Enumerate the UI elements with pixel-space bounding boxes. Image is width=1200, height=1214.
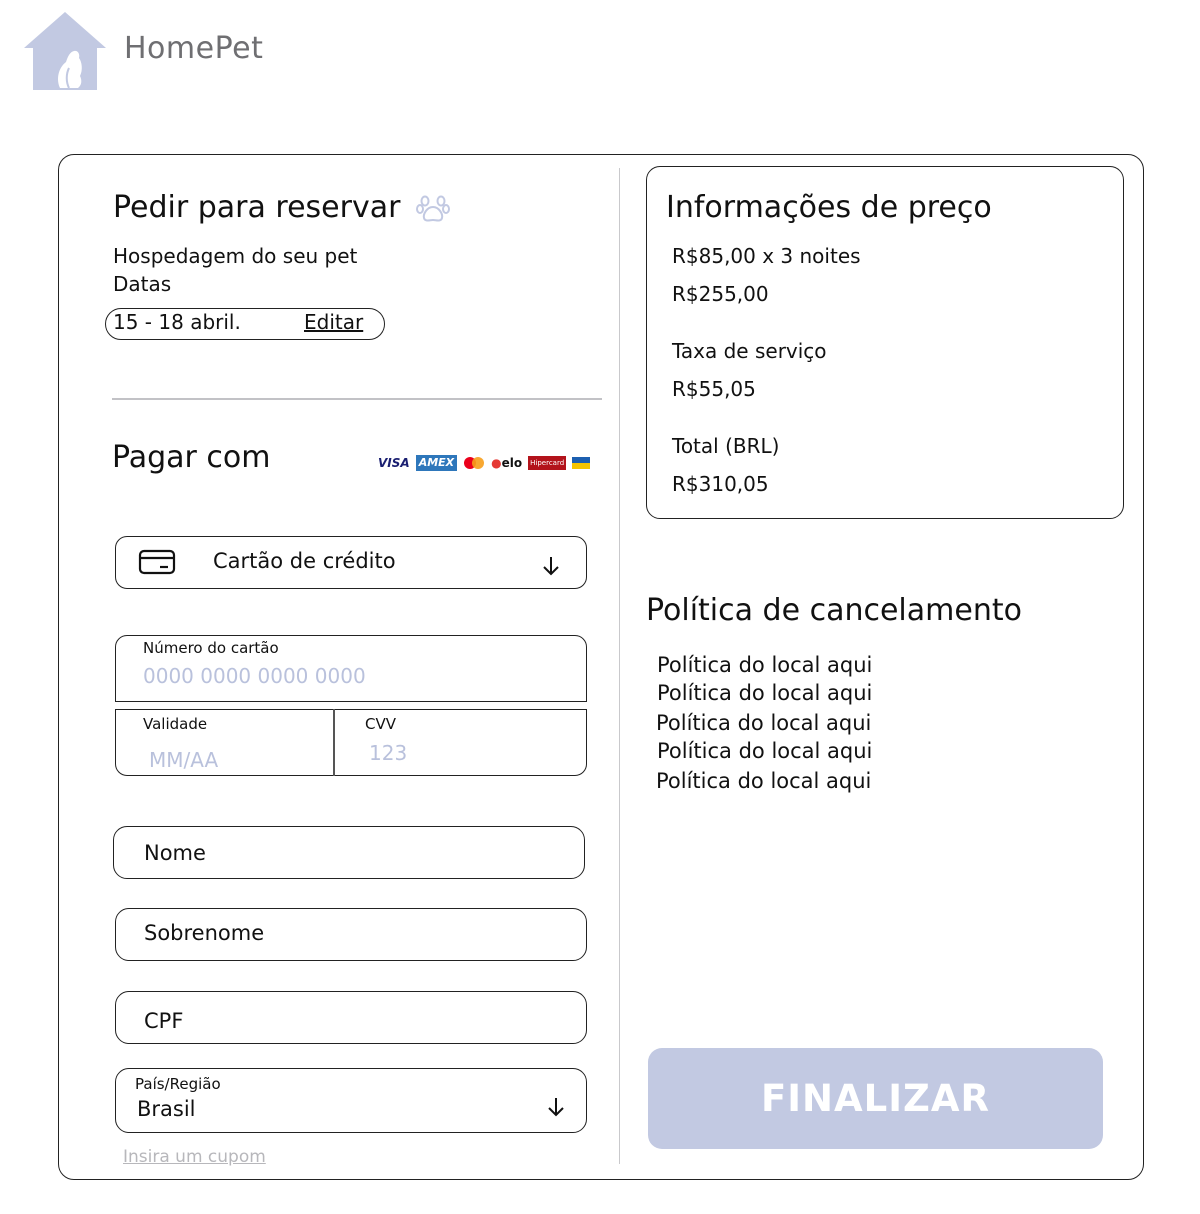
card-brands: VISA AMEX ●elo Hipercard <box>378 455 591 471</box>
expiry-input[interactable]: MM/AA <box>149 748 218 772</box>
coupon-link[interactable]: Insira um cupom <box>123 1147 266 1167</box>
nightly-rate: R$85,00 x 3 noites <box>672 244 861 268</box>
mastercard-logo <box>464 457 485 469</box>
reservation-title: Pedir para reservar <box>113 190 401 225</box>
total-value: R$310,05 <box>672 472 769 496</box>
expiry-label: Validade <box>143 715 208 733</box>
country-label: País/Região <box>135 1075 221 1093</box>
policy-line: Política do local aqui <box>657 681 873 705</box>
brand-name: HomePet <box>124 31 264 66</box>
total-label: Total (BRL) <box>672 434 780 458</box>
service-fee-label: Taxa de serviço <box>672 339 827 363</box>
policy-title: Política de cancelamento <box>646 593 1022 628</box>
hipercard-logo: Hipercard <box>528 456 567 470</box>
field-separator <box>333 709 335 776</box>
dates-value: 15 - 18 abril. <box>113 310 241 334</box>
cpf-field[interactable] <box>115 991 587 1044</box>
cvv-label: CVV <box>365 715 396 733</box>
finalize-button[interactable]: FINALIZAR <box>648 1048 1103 1149</box>
card-number-input[interactable]: 0000 0000 0000 0000 <box>143 664 366 688</box>
price-title: Informações de preço <box>666 190 992 225</box>
policy-line: Política do local aqui <box>657 653 873 677</box>
column-divider <box>619 168 620 1164</box>
banricompras-logo <box>572 457 591 469</box>
house-dog-icon <box>24 12 106 90</box>
amex-logo: AMEX <box>415 455 458 471</box>
section-divider <box>112 398 602 400</box>
policy-line: Política do local aqui <box>656 711 872 735</box>
payment-title: Pagar com <box>112 440 271 475</box>
card-number-label: Número do cartão <box>143 639 279 657</box>
subtotal-value: R$255,00 <box>672 282 769 306</box>
arrow-down-icon[interactable] <box>545 1095 567 1119</box>
elo-logo: ●elo <box>491 456 523 470</box>
policy-line: Política do local aqui <box>656 769 872 793</box>
service-fee-value: R$55,05 <box>672 377 756 401</box>
arrow-down-icon[interactable] <box>540 554 562 578</box>
cpf-label: CPF <box>144 1009 184 1033</box>
credit-card-icon <box>138 549 176 575</box>
payment-method-value: Cartão de crédito <box>213 549 396 573</box>
paw-icon <box>416 195 450 222</box>
name-label: Nome <box>144 841 206 865</box>
cvv-input[interactable]: 123 <box>369 741 407 765</box>
dates-label: Datas <box>113 272 172 296</box>
edit-dates-link[interactable]: Editar <box>304 310 363 334</box>
policy-line: Política do local aqui <box>657 739 873 763</box>
country-value: Brasil <box>137 1097 196 1121</box>
surname-label: Sobrenome <box>144 921 265 945</box>
reservation-subtitle: Hospedagem do seu pet <box>113 244 358 268</box>
visa-logo: VISA <box>378 456 410 470</box>
